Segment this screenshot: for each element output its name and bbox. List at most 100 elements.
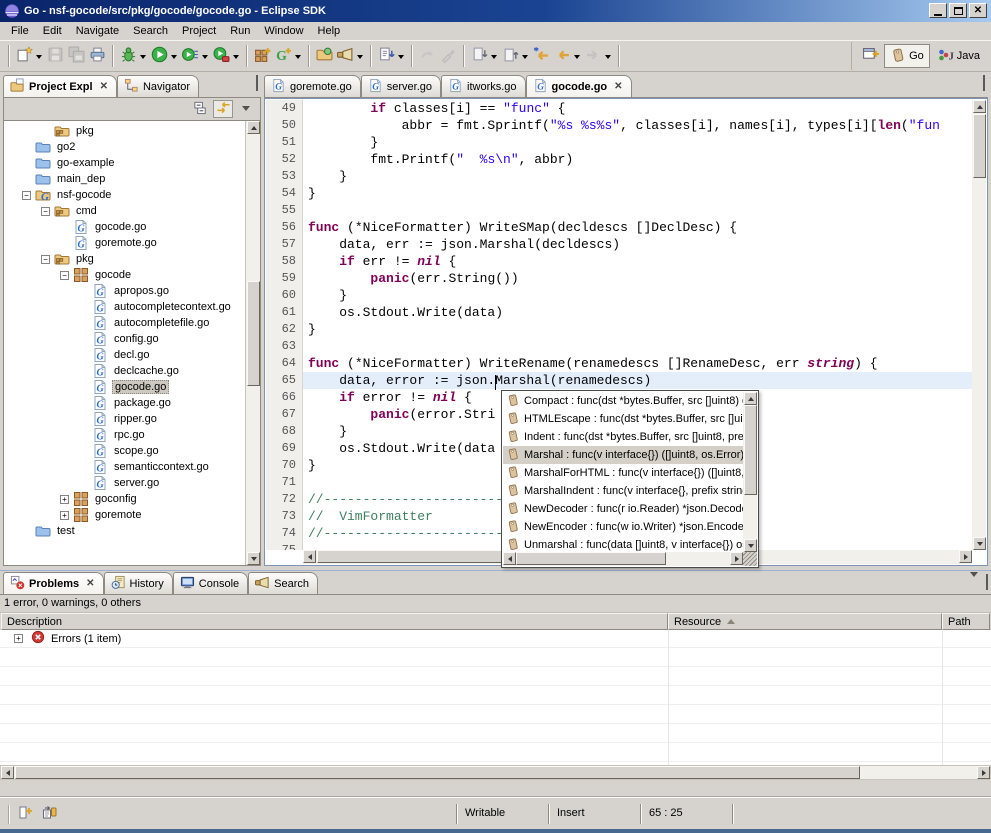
editor-tab-goremote-go[interactable]: Ggoremote.go xyxy=(264,75,361,97)
tree-item-pkg[interactable]: pkg xyxy=(4,123,245,139)
back-history-button[interactable] xyxy=(552,44,583,68)
editor-tab-server-go[interactable]: Gserver.go xyxy=(361,75,441,97)
new-wizard-button[interactable] xyxy=(14,44,45,68)
next-task-button[interactable] xyxy=(376,44,407,68)
dropdown-arrow-icon[interactable] xyxy=(605,55,611,62)
menu-help[interactable]: Help xyxy=(311,23,348,39)
autocomplete-item-indent[interactable]: Indent : func(dst *bytes.Buffer, src []u… xyxy=(503,428,743,446)
prev-annotation-button[interactable] xyxy=(500,44,531,68)
menu-window[interactable]: Window xyxy=(257,23,310,39)
autocomplete-item-newdecoder[interactable]: NewDecoder : func(r io.Reader) *json.Dec… xyxy=(503,500,743,518)
minimize-button[interactable] xyxy=(929,3,947,18)
tree-item-test[interactable]: test xyxy=(4,523,245,539)
popup-hscroll-thumb[interactable] xyxy=(516,552,666,565)
autocomplete-item-marshalforhtml[interactable]: MarshalForHTML : func(v interface{}) ([]… xyxy=(503,464,743,482)
titlebar[interactable]: Go - nsf-gocode/src/pkg/gocode/gocode.go… xyxy=(0,0,991,22)
problems-scroll-left-button[interactable] xyxy=(1,766,14,779)
perspective-go-button[interactable]: Go xyxy=(884,44,930,68)
code-line-50[interactable]: 50 abbr = fmt.Sprintf("%s %s%s", classes… xyxy=(266,117,972,134)
autocomplete-item-marshalindent[interactable]: MarshalIndent : func(v interface{}, pref… xyxy=(503,482,743,500)
popup-resize-grip[interactable] xyxy=(743,552,757,566)
tree-item-ripper-go[interactable]: Gripper.go xyxy=(4,411,245,427)
new-go-element-button[interactable]: G xyxy=(273,44,304,68)
editor-vertical-scrollbar[interactable] xyxy=(972,100,986,550)
tree-item-goremote-go[interactable]: Ggoremote.go xyxy=(4,235,245,251)
code-line-57[interactable]: 57 data, err := json.Marshal(decldescs) xyxy=(266,236,972,253)
autocomplete-item-compact[interactable]: Compact : func(dst *bytes.Buffer, src []… xyxy=(503,392,743,410)
tree-item-goconfig[interactable]: +goconfig xyxy=(4,491,245,507)
menu-run[interactable]: Run xyxy=(223,23,257,39)
tree-item-main-dep[interactable]: main_dep xyxy=(4,171,245,187)
editor-maximize-button[interactable] xyxy=(983,78,985,90)
next-annotation-button[interactable] xyxy=(469,44,500,68)
code-line-61[interactable]: 61 os.Stdout.Write(data) xyxy=(266,304,972,321)
new-package-button[interactable] xyxy=(252,44,273,68)
problems-tab-problems[interactable]: Problems✕ xyxy=(3,572,104,594)
collapse-expander-icon[interactable]: − xyxy=(60,271,69,280)
dropdown-arrow-icon[interactable] xyxy=(202,55,208,62)
code-line-56[interactable]: 56func (*NiceFormatter) WriteSMap(declde… xyxy=(266,219,972,236)
explorer-scrollbar[interactable] xyxy=(245,121,260,565)
tree-item-rpc-go[interactable]: Grpc.go xyxy=(4,427,245,443)
code-line-52[interactable]: 52 fmt.Printf(" %s\n", abbr) xyxy=(266,151,972,168)
dropdown-arrow-icon[interactable] xyxy=(398,55,404,62)
tree-item-cmd[interactable]: −cmd xyxy=(4,203,245,219)
popup-horizontal-scrollbar[interactable] xyxy=(503,552,743,566)
tree-item-config-go[interactable]: Gconfig.go xyxy=(4,331,245,347)
code-line-58[interactable]: 58 if err != nil { xyxy=(266,253,972,270)
tab-close-icon[interactable]: ✕ xyxy=(100,81,108,92)
code-line-51[interactable]: 51 } xyxy=(266,134,972,151)
column-header-path[interactable]: Path xyxy=(942,613,990,630)
print-button[interactable] xyxy=(87,44,108,68)
scroll-up-button[interactable] xyxy=(247,121,260,134)
tree-item-apropos-go[interactable]: Gapropos.go xyxy=(4,283,245,299)
dropdown-arrow-icon[interactable] xyxy=(233,55,239,62)
editor-scroll-left-button[interactable] xyxy=(303,550,316,563)
run-history-button[interactable] xyxy=(180,44,211,68)
scroll-down-button[interactable] xyxy=(247,552,260,565)
menu-file[interactable]: File xyxy=(4,23,36,39)
tree-item-semanticcontext-go[interactable]: Gsemanticcontext.go xyxy=(4,459,245,475)
dropdown-arrow-icon[interactable] xyxy=(171,55,177,62)
run-button[interactable] xyxy=(149,44,180,68)
perspective-java-button[interactable]: JJava xyxy=(933,44,985,68)
editor-tab-gocode-go[interactable]: Ggocode.go✕ xyxy=(526,75,632,97)
dropdown-arrow-icon[interactable] xyxy=(295,55,301,62)
link-with-editor-button[interactable] xyxy=(213,100,233,118)
tree-item-goremote[interactable]: +goremote xyxy=(4,507,245,523)
dropdown-arrow-icon[interactable] xyxy=(357,55,363,62)
tree-item-decl-go[interactable]: Gdecl.go xyxy=(4,347,245,363)
explorer-tab-navigator[interactable]: Navigator xyxy=(117,75,199,97)
code-line-49[interactable]: 49 if classes[i] == "func" { xyxy=(266,100,972,117)
problems-scroll-right-button[interactable] xyxy=(977,766,990,779)
expand-expander-icon[interactable]: + xyxy=(14,634,23,643)
collapse-expander-icon[interactable]: − xyxy=(41,207,50,216)
editor-tab-itworks-go[interactable]: Gitworks.go xyxy=(441,75,526,97)
tree-item-autocompletecontext-go[interactable]: Gautocompletecontext.go xyxy=(4,299,245,315)
scroll-thumb[interactable] xyxy=(247,281,260,386)
autocomplete-item-marshal[interactable]: Marshal : func(v interface{}) ([]uint8, … xyxy=(503,446,743,464)
search-flashlight-button[interactable] xyxy=(335,44,366,68)
editor-scroll-up-button[interactable] xyxy=(973,100,986,113)
tree-item-pkg[interactable]: −pkg xyxy=(4,251,245,267)
popup-scroll-up-button[interactable] xyxy=(744,392,757,405)
explorer-tab-project-expl[interactable]: Project Expl✕ xyxy=(3,75,117,97)
close-button[interactable]: ✕ xyxy=(969,3,987,18)
save-all-button[interactable] xyxy=(66,44,87,68)
tree-item-go-example[interactable]: go-example xyxy=(4,155,245,171)
dropdown-arrow-icon[interactable] xyxy=(574,55,580,62)
expand-expander-icon[interactable]: + xyxy=(60,511,69,520)
popup-scroll-thumb[interactable] xyxy=(744,405,757,495)
save-button[interactable] xyxy=(45,44,66,68)
explorer-maximize-button[interactable] xyxy=(256,78,258,90)
tree-item-gocode-go[interactable]: Ggocode.go xyxy=(4,219,245,235)
code-line-59[interactable]: 59 panic(err.String()) xyxy=(266,270,972,287)
menu-search[interactable]: Search xyxy=(126,23,175,39)
collapse-expander-icon[interactable]: − xyxy=(22,191,31,200)
menu-edit[interactable]: Edit xyxy=(36,23,69,39)
problems-tab-console[interactable]: Console xyxy=(173,572,248,594)
autocomplete-item-htmlescape[interactable]: HTMLEscape : func(dst *bytes.Buffer, src… xyxy=(503,410,743,428)
code-line-55[interactable]: 55 xyxy=(266,202,972,219)
popup-vertical-scrollbar[interactable] xyxy=(743,392,757,552)
tree-item-gocode[interactable]: −gocode xyxy=(4,267,245,283)
